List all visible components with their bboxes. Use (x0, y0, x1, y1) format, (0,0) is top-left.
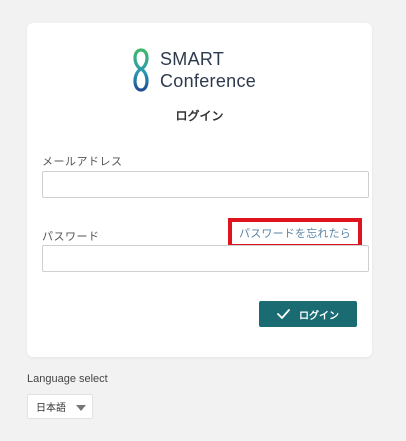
language-select-value: 日本語 (36, 403, 66, 414)
login-card: SMART Conference ログイン メールアドレス パスワード パスワー… (27, 23, 372, 357)
email-label: メールアドレス (42, 155, 123, 168)
forgot-password-link[interactable]: パスワードを忘れたら (228, 218, 362, 248)
forgot-password-text[interactable]: パスワードを忘れたら (239, 225, 351, 241)
language-select[interactable]: 日本語 (27, 394, 93, 419)
login-title: ログイン (175, 109, 224, 123)
login-button-label: ログイン (299, 310, 339, 322)
login-button[interactable]: ログイン (259, 301, 357, 327)
brand-name-line1: SMART (160, 49, 225, 69)
password-field[interactable] (42, 245, 369, 272)
infinity-loop-logo-icon (133, 48, 149, 92)
brand-logo: SMART Conference (131, 45, 256, 95)
language-select-label: Language select (27, 373, 108, 385)
brand-name-line2: Conference (160, 71, 257, 91)
checkmark-icon (277, 309, 290, 319)
chevron-down-icon (76, 405, 86, 411)
email-field[interactable] (42, 171, 369, 198)
password-label: パスワード (42, 230, 100, 243)
brand-name: SMART Conference (160, 48, 256, 92)
